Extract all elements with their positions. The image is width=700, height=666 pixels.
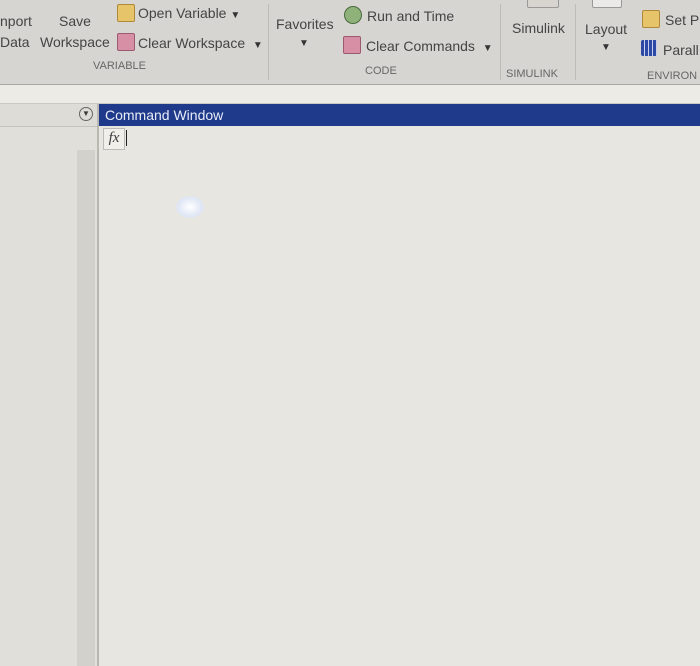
- favorites-button[interactable]: Favorites: [276, 16, 334, 32]
- clear-commands-label: Clear Commands: [366, 38, 475, 54]
- open-variable-button[interactable]: Open Variable ▼: [138, 5, 240, 21]
- chevron-down-icon[interactable]: ▼: [299, 38, 309, 49]
- set-path-button[interactable]: Set P: [665, 12, 699, 28]
- chevron-down-icon: ▼: [482, 43, 493, 54]
- run-and-time-button[interactable]: Run and Time: [367, 8, 454, 24]
- clear-workspace-label: Clear Workspace: [138, 35, 246, 51]
- set-path-icon: [642, 10, 660, 28]
- parallel-icon: [641, 40, 657, 56]
- panel-actions-icon[interactable]: ▼: [79, 107, 93, 121]
- import-data-button-2[interactable]: Data: [0, 34, 30, 50]
- parallel-button[interactable]: Parall: [663, 42, 699, 58]
- screen-glare: [176, 196, 204, 218]
- code-section-label: CODE: [365, 65, 397, 77]
- layout-button[interactable]: Layout: [585, 21, 627, 37]
- import-data-label-2: Data: [0, 34, 30, 50]
- import-data-label-1: nport: [0, 13, 32, 29]
- clear-workspace-icon: [117, 33, 135, 51]
- simulink-section-label: SIMULINK: [506, 68, 558, 80]
- layout-icon: [592, 0, 622, 8]
- simulink-icon: [527, 0, 559, 8]
- fx-icon[interactable]: fx: [103, 128, 125, 150]
- text-cursor: [126, 130, 127, 146]
- variable-section-label: VARIABLE: [93, 60, 146, 72]
- divider: [500, 4, 501, 80]
- command-window-title: Command Window: [99, 104, 700, 126]
- panel-header: ▼: [0, 104, 97, 127]
- clear-workspace-button[interactable]: Clear Workspace ▼: [138, 35, 263, 51]
- chevron-down-icon[interactable]: ▼: [601, 42, 611, 53]
- scrollbar[interactable]: [77, 150, 95, 666]
- save-workspace-label-1[interactable]: Save: [59, 13, 91, 29]
- clear-commands-button[interactable]: Clear Commands ▼: [366, 38, 493, 54]
- clear-commands-icon: [343, 36, 361, 54]
- chevron-down-icon: ▼: [252, 40, 263, 51]
- import-data-button[interactable]: nport: [0, 13, 32, 29]
- save-workspace-label-2[interactable]: Workspace: [40, 34, 110, 50]
- toolstrip-ribbon: nport Data Save Workspace Open Variable …: [0, 0, 700, 85]
- address-bar: [0, 85, 700, 104]
- divider: [575, 4, 576, 80]
- simulink-button[interactable]: Simulink: [512, 20, 565, 36]
- divider: [268, 4, 269, 80]
- open-variable-label: Open Variable: [138, 5, 227, 21]
- open-variable-icon: [117, 4, 135, 22]
- environment-section-label: ENVIRON: [647, 70, 698, 82]
- run-and-time-icon: [344, 6, 362, 24]
- chevron-down-icon: ▼: [230, 10, 241, 21]
